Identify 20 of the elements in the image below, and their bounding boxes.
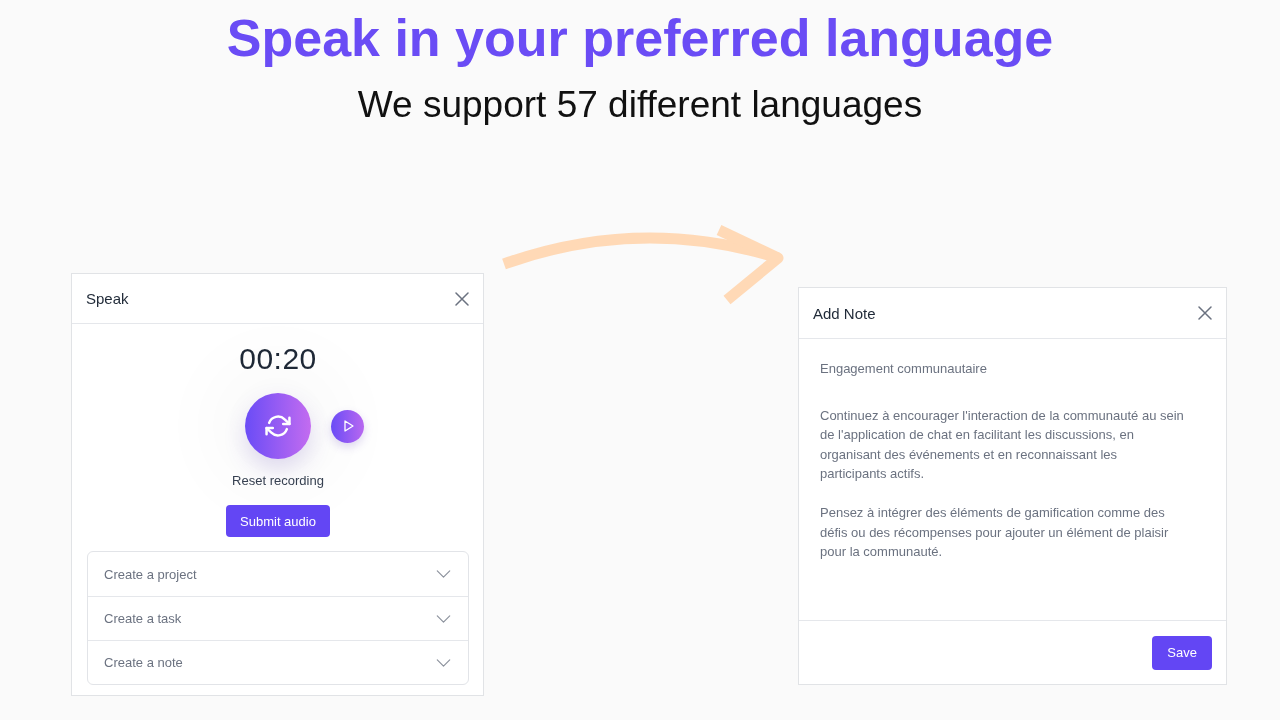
note-paragraph: Pensez à intégrer des éléments de gamification comme des défis ou des récompenses pour ajouter un élément de plaisir pour la communauté. <box>820 504 1170 561</box>
close-button[interactable] <box>453 289 471 308</box>
subheadline: We support 57 different languages <box>357 83 923 127</box>
reset-label: Reset recording <box>232 473 324 489</box>
close-icon <box>455 291 469 306</box>
accordion-item[interactable]: Create a task <box>88 596 468 640</box>
accordion-item[interactable]: Create a note <box>88 640 468 684</box>
submit-audio-button[interactable]: Submit audio <box>226 505 330 537</box>
dialog-title: Speak <box>86 290 129 307</box>
play-icon <box>343 420 354 432</box>
close-button[interactable] <box>1196 304 1214 322</box>
close-icon <box>1198 306 1212 320</box>
play-button[interactable] <box>331 409 364 443</box>
save-button[interactable]: Save <box>1152 635 1212 670</box>
note-heading: Engagement communautaire <box>820 360 987 378</box>
dialog-title: Add Note <box>813 304 876 322</box>
note-paragraph: Continuez à encourager l'interaction de la communauté au sein de l'application de chat en facilitant les discussions, en organisant des événements et en reconnaissant les participants actifs. <box>820 406 1185 483</box>
refresh-icon <box>265 415 291 437</box>
timer-text: 00:20 <box>239 341 317 377</box>
accordion-item[interactable]: Create a project <box>88 552 468 596</box>
